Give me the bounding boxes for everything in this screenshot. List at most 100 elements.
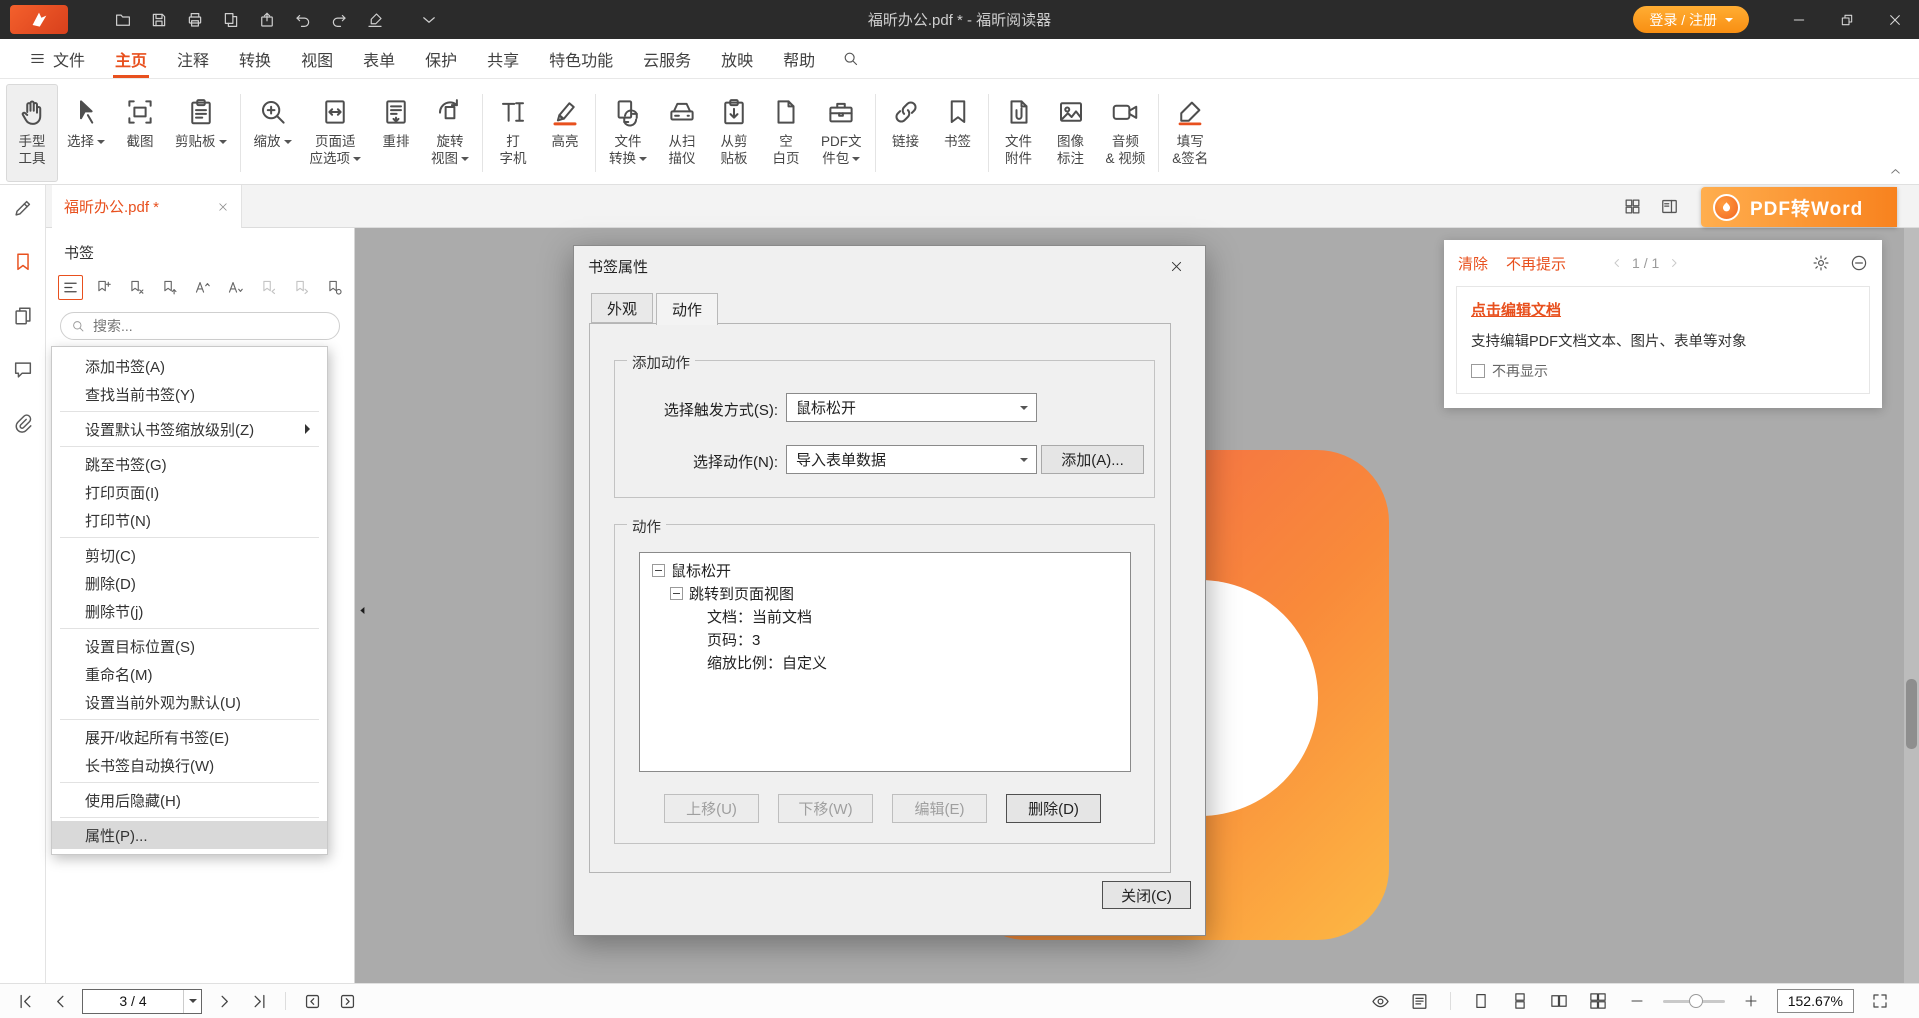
- action-select[interactable]: 导入表单数据: [786, 445, 1037, 474]
- context-menu-item[interactable]: 查找当前书签(Y): [52, 380, 327, 408]
- action-tree-item[interactable]: 跳转到页面视图: [644, 582, 1126, 605]
- tab-appearance[interactable]: 外观: [591, 293, 653, 323]
- menu-tab[interactable]: 表单: [348, 39, 410, 78]
- login-button[interactable]: 登录 / 注册: [1633, 6, 1749, 33]
- dont-show-again-checkbox[interactable]: 不再显示: [1471, 361, 1855, 381]
- read-mode-button[interactable]: [1368, 988, 1394, 1014]
- menu-tab[interactable]: 共享: [472, 39, 534, 78]
- tab-actions[interactable]: 动作: [656, 293, 718, 325]
- pdf-to-word-banner[interactable]: PDF转Word: [1701, 187, 1897, 227]
- next-page-button[interactable]: [211, 988, 237, 1014]
- customize-toolbar-button[interactable]: [414, 6, 444, 34]
- context-menu-item[interactable]: 展开/收起所有书签(E): [52, 723, 327, 751]
- foxit-logo-icon[interactable]: [10, 5, 68, 34]
- bookmarks-panel-button[interactable]: [12, 251, 34, 275]
- ribbon-button[interactable]: 选择: [58, 84, 114, 182]
- attachments-panel-button[interactable]: [12, 413, 34, 437]
- promote-bookmark-button[interactable]: [157, 275, 182, 300]
- context-menu-item[interactable]: 打印节(N): [52, 506, 327, 534]
- prev-bookmark-button[interactable]: [256, 275, 281, 300]
- edit-document-link[interactable]: 点击编辑文档: [1471, 299, 1561, 320]
- page-number-field[interactable]: 3 / 4: [82, 989, 202, 1014]
- menu-tab[interactable]: 云服务: [628, 39, 706, 78]
- search-button[interactable]: [830, 39, 871, 78]
- page-dropdown-arrow[interactable]: [183, 990, 201, 1013]
- collapse-panel-handle[interactable]: [355, 592, 370, 628]
- menu-tab[interactable]: 主页: [100, 39, 162, 78]
- ribbon-button[interactable]: 音频 & 视频: [1097, 84, 1155, 182]
- no-reminder-link[interactable]: 不再提示: [1506, 253, 1566, 274]
- add-bookmark-button[interactable]: [91, 275, 116, 300]
- print-button[interactable]: [180, 6, 210, 34]
- next-bookmark-button[interactable]: [289, 275, 314, 300]
- bookmark-search-box[interactable]: [60, 312, 340, 340]
- dialog-titlebar[interactable]: 书签属性: [574, 246, 1205, 286]
- edit-pencil-button[interactable]: [12, 197, 34, 221]
- text-viewer-button[interactable]: [1407, 988, 1433, 1014]
- zoom-slider[interactable]: [1663, 1000, 1725, 1003]
- next-view-button[interactable]: [334, 988, 360, 1014]
- menu-tab[interactable]: 注释: [162, 39, 224, 78]
- ribbon-button[interactable]: 从扫 描仪: [656, 84, 708, 182]
- last-page-button[interactable]: [246, 988, 272, 1014]
- action-tree-item[interactable]: 鼠标松开: [644, 559, 1126, 582]
- first-page-button[interactable]: [12, 988, 38, 1014]
- export-button[interactable]: [252, 6, 282, 34]
- menu-tab[interactable]: 转换: [224, 39, 286, 78]
- delete-action-button[interactable]: 删除(D): [1006, 794, 1101, 823]
- ribbon-button[interactable]: 图像 标注: [1045, 84, 1097, 182]
- action-tree-item[interactable]: 缩放比例：自定义: [644, 651, 1126, 674]
- ribbon-button[interactable]: 页面适 应选项: [301, 84, 371, 182]
- brush-button[interactable]: [360, 6, 390, 34]
- ribbon-button[interactable]: 截图: [114, 84, 166, 182]
- zoom-level-field[interactable]: 152.67%: [1777, 989, 1854, 1013]
- open-file-button[interactable]: [108, 6, 138, 34]
- menu-tab[interactable]: 帮助: [768, 39, 830, 78]
- ribbon-button[interactable]: 链接: [880, 84, 932, 182]
- prev-page-button[interactable]: [47, 988, 73, 1014]
- document-tab[interactable]: 福昕办公.pdf *: [52, 185, 242, 228]
- ribbon-button[interactable]: 文件 附件: [993, 84, 1045, 182]
- gear-icon[interactable]: [1812, 254, 1830, 272]
- ribbon-button[interactable]: PDF文 件包: [812, 84, 871, 182]
- expand-bookmarks-button[interactable]: [58, 275, 83, 300]
- fullscreen-button[interactable]: [1867, 988, 1893, 1014]
- pager-prev-icon[interactable]: [1610, 256, 1624, 270]
- pages-panel-button[interactable]: [12, 305, 34, 329]
- ribbon-button[interactable]: 从剪 贴板: [708, 84, 760, 182]
- checkbox-icon[interactable]: [1471, 364, 1485, 378]
- move-down-button[interactable]: 下移(W): [778, 794, 873, 823]
- comments-panel-button[interactable]: [12, 359, 34, 383]
- facing-button[interactable]: [1546, 988, 1572, 1014]
- restore-button[interactable]: [1823, 0, 1871, 39]
- context-menu-item[interactable]: 属性(P)...: [52, 821, 327, 849]
- zoom-out-button[interactable]: [1624, 988, 1650, 1014]
- font-increase-button[interactable]: [190, 275, 215, 300]
- ribbon-button[interactable]: 剪贴板: [166, 84, 236, 182]
- font-decrease-button[interactable]: [223, 275, 248, 300]
- ribbon-button[interactable]: 高亮: [539, 84, 591, 182]
- context-menu-item[interactable]: 重命名(M): [52, 660, 327, 688]
- context-menu-item[interactable]: 长书签自动换行(W): [52, 751, 327, 779]
- clear-link[interactable]: 清除: [1458, 253, 1488, 274]
- tree-expander-icon[interactable]: [670, 587, 683, 600]
- ribbon-button[interactable]: 空 白页: [760, 84, 812, 182]
- context-menu-item[interactable]: 设置默认书签缩放级别(Z): [52, 415, 327, 443]
- collapse-ribbon-button[interactable]: [1888, 164, 1903, 179]
- ribbon-button[interactable]: 文件 转换: [600, 84, 656, 182]
- ribbon-button[interactable]: 打 字机: [487, 84, 539, 182]
- bookmark-search-input[interactable]: [93, 318, 329, 334]
- undo-button[interactable]: [288, 6, 318, 34]
- add-action-button[interactable]: 添加(A)...: [1041, 445, 1144, 474]
- continuous-button[interactable]: [1507, 988, 1533, 1014]
- grid-view-icon[interactable]: [1623, 197, 1642, 216]
- side-panel-icon[interactable]: [1660, 197, 1679, 216]
- menu-tab[interactable]: 特色功能: [534, 39, 628, 78]
- ribbon-button[interactable]: 手型 工具: [6, 84, 58, 182]
- vertical-scrollbar[interactable]: [1904, 228, 1919, 983]
- actions-tree[interactable]: 鼠标松开跳转到页面视图文档：当前文档页码：3缩放比例：自定义: [639, 552, 1131, 772]
- action-tree-item[interactable]: 页码：3: [644, 628, 1126, 651]
- ribbon-button[interactable]: 填写 &签名: [1163, 84, 1217, 182]
- context-menu-item[interactable]: 设置目标位置(S): [52, 632, 327, 660]
- context-menu-item[interactable]: 跳至书签(G): [52, 450, 327, 478]
